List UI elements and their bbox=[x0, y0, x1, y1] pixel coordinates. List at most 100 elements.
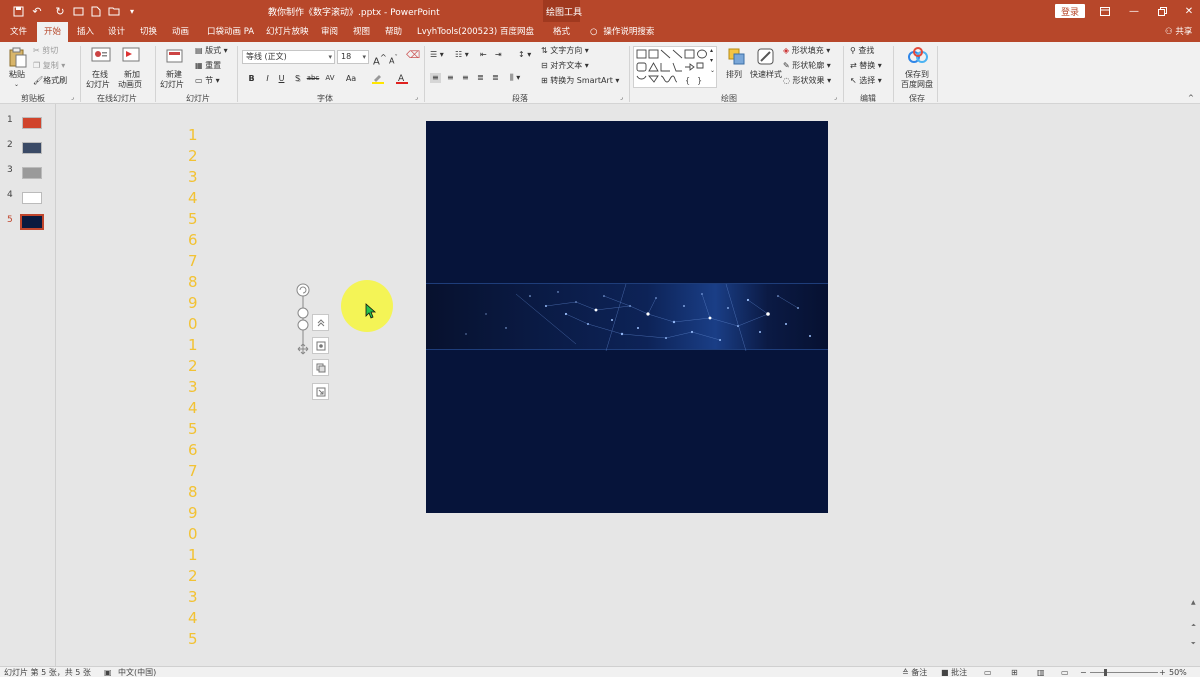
tab-home[interactable]: 开始 bbox=[37, 22, 69, 42]
bring-forward-button[interactable] bbox=[312, 359, 329, 376]
align-right-icon[interactable]: ≡ bbox=[462, 73, 469, 83]
bullets-icon[interactable]: ☰ ▾ bbox=[430, 50, 444, 60]
tab-baidu-netdisk[interactable]: 百度网盘 bbox=[500, 22, 534, 42]
slide-canvas[interactable] bbox=[426, 121, 828, 513]
tab-review[interactable]: 审阅 bbox=[321, 22, 338, 42]
copy-button[interactable]: ❐ 复制 ▾ bbox=[33, 61, 65, 71]
distributed-icon[interactable]: ≣ bbox=[492, 73, 499, 83]
share-button[interactable]: ⚇ 共享 bbox=[1165, 22, 1192, 42]
cut-button[interactable]: ✂ 剪切 bbox=[33, 46, 58, 56]
next-slide-icon[interactable]: ⏷ bbox=[1191, 640, 1196, 648]
comments-button[interactable]: ■ 批注 bbox=[941, 668, 967, 677]
tab-format[interactable]: 格式 bbox=[553, 22, 570, 42]
shape-effects-button[interactable]: ◌ 形状效果 ▾ bbox=[783, 76, 831, 86]
new-animation-page-icon[interactable] bbox=[122, 47, 142, 67]
align-left-icon[interactable]: ≡ bbox=[430, 73, 441, 83]
tech-background-image[interactable] bbox=[426, 283, 828, 351]
new-slide-line1[interactable]: 新建 bbox=[166, 70, 182, 80]
quick-styles-icon[interactable] bbox=[756, 47, 776, 67]
arrange-icon[interactable] bbox=[727, 47, 747, 67]
italic-button[interactable]: I bbox=[262, 73, 273, 84]
notes-button[interactable]: ≙ 备注 bbox=[902, 668, 927, 677]
paste-label[interactable]: 粘贴 bbox=[9, 70, 25, 80]
line-spacing-icon[interactable]: ↕ ▾ bbox=[518, 50, 531, 60]
new-animation-line2[interactable]: 动画页 bbox=[118, 80, 142, 90]
new-file-icon[interactable] bbox=[88, 3, 104, 19]
paragraph-launcher-icon[interactable]: ⌟ bbox=[620, 93, 623, 103]
tab-transitions[interactable]: 切换 bbox=[140, 22, 157, 42]
text-shadow-button[interactable]: S bbox=[292, 73, 303, 84]
paste-icon[interactable] bbox=[8, 47, 28, 68]
drawing-launcher-icon[interactable]: ⌟ bbox=[834, 93, 837, 103]
tab-insert[interactable]: 插入 bbox=[77, 22, 94, 42]
slideshow-icon[interactable]: ▭ bbox=[1061, 668, 1069, 677]
align-text-button[interactable]: ⊟ 对齐文本 ▾ bbox=[541, 61, 589, 71]
tab-view[interactable]: 视图 bbox=[353, 22, 370, 42]
zoom-level[interactable]: 50% bbox=[1169, 668, 1187, 677]
tab-file[interactable]: 文件 bbox=[10, 22, 27, 42]
shape-fill-button[interactable]: ◈ 形状填充 ▾ bbox=[783, 46, 830, 56]
bold-button[interactable]: B bbox=[246, 73, 257, 84]
quick-styles-label[interactable]: 快速样式 bbox=[750, 70, 782, 80]
slide-thumbnail-5[interactable] bbox=[20, 214, 44, 230]
section-button[interactable]: ▭ 节 ▾ bbox=[195, 76, 220, 86]
tab-help[interactable]: 帮助 bbox=[385, 22, 402, 42]
slide-thumbnail-4[interactable] bbox=[22, 192, 42, 204]
slide-thumbnail-1[interactable] bbox=[22, 117, 42, 129]
tab-design[interactable]: 设计 bbox=[108, 22, 125, 42]
format-painter-button[interactable]: 🖌格式刷 bbox=[33, 76, 67, 86]
font-launcher-icon[interactable]: ⌟ bbox=[415, 93, 418, 103]
slide-thumbnail-2[interactable] bbox=[22, 142, 42, 154]
text-direction-button[interactable]: ⇅ 文字方向 ▾ bbox=[541, 46, 589, 56]
shapes-gallery[interactable]: { } bbox=[633, 46, 717, 88]
gallery-scroll-icon[interactable]: ▴ ▾ ⌄ bbox=[710, 46, 715, 76]
scroll-up-icon[interactable]: ▲ bbox=[1191, 599, 1196, 606]
change-case-button[interactable]: Aa bbox=[343, 73, 359, 84]
rotate-handle-icon[interactable] bbox=[292, 282, 314, 362]
online-slides-icon[interactable] bbox=[91, 47, 111, 67]
font-color-button[interactable]: A bbox=[396, 73, 410, 87]
zoom-slider-thumb[interactable] bbox=[1104, 669, 1107, 676]
tell-me-search[interactable]: ○ 操作说明搜索 bbox=[590, 22, 654, 42]
clipboard-launcher-icon[interactable]: ⌟ bbox=[71, 93, 74, 103]
save-to-line2[interactable]: 百度网盘 bbox=[901, 80, 933, 90]
shape-outline-button[interactable]: ✎ 形状轮廓 ▾ bbox=[783, 61, 831, 71]
columns-icon[interactable]: ⫼ ▾ bbox=[510, 73, 520, 83]
decrease-indent-icon[interactable]: ⇤ bbox=[480, 50, 487, 60]
close-icon[interactable]: ✕ bbox=[1181, 3, 1197, 19]
language-indicator[interactable]: 中文(中国) bbox=[118, 668, 156, 677]
resize-button[interactable] bbox=[312, 383, 329, 400]
login-button[interactable]: 登录 bbox=[1055, 4, 1085, 18]
spellcheck-icon[interactable]: ▣ bbox=[104, 668, 112, 677]
arrange-label[interactable]: 排列 bbox=[726, 70, 742, 80]
grow-font-button[interactable]: A^ bbox=[373, 52, 387, 67]
zoom-slider[interactable] bbox=[1090, 672, 1158, 673]
layout-button[interactable]: ▤ 版式 ▾ bbox=[195, 46, 228, 56]
layout-options-button[interactable] bbox=[312, 314, 329, 331]
numbering-icon[interactable]: ☷ ▾ bbox=[455, 50, 469, 60]
minimize-icon[interactable]: — bbox=[1126, 3, 1142, 19]
save-to-line1[interactable]: 保存到 bbox=[905, 70, 929, 80]
increase-indent-icon[interactable]: ⇥ bbox=[495, 50, 502, 60]
font-name-select[interactable]: 等线 (正文) ▾ bbox=[242, 50, 335, 64]
underline-button[interactable]: U bbox=[276, 73, 287, 84]
reset-button[interactable]: ▦ 重置 bbox=[195, 61, 221, 71]
new-animation-line1[interactable]: 新加 bbox=[124, 70, 140, 80]
clear-formatting-icon[interactable]: ⌫ bbox=[406, 51, 420, 61]
baidu-cloud-icon[interactable] bbox=[907, 47, 928, 67]
vertical-scrollbar[interactable]: ▲ ⏶ ⏷ bbox=[1188, 104, 1200, 666]
character-spacing-button[interactable]: AV bbox=[323, 73, 337, 84]
font-size-select[interactable]: 18 ▾ bbox=[337, 50, 369, 64]
online-slides-line1[interactable]: 在线 bbox=[92, 70, 108, 80]
slide-sorter-icon[interactable]: ⊞ bbox=[1011, 668, 1018, 677]
previous-slide-icon[interactable]: ⏶ bbox=[1191, 622, 1196, 630]
zoom-in-icon[interactable]: + bbox=[1159, 668, 1166, 677]
reading-view-icon[interactable]: ▥ bbox=[1037, 668, 1045, 677]
tab-animations[interactable]: 动画 bbox=[172, 22, 189, 42]
align-center-icon[interactable]: ≡ bbox=[447, 73, 454, 83]
start-from-beginning-icon[interactable] bbox=[70, 3, 86, 19]
paste-dropdown-icon[interactable]: ⌄ bbox=[14, 80, 19, 90]
select-button[interactable]: ↖ 选择 ▾ bbox=[850, 76, 882, 86]
tab-lvyhtools[interactable]: LvyhTools(200523) bbox=[417, 22, 497, 42]
justify-icon[interactable]: ≣ bbox=[477, 73, 484, 83]
